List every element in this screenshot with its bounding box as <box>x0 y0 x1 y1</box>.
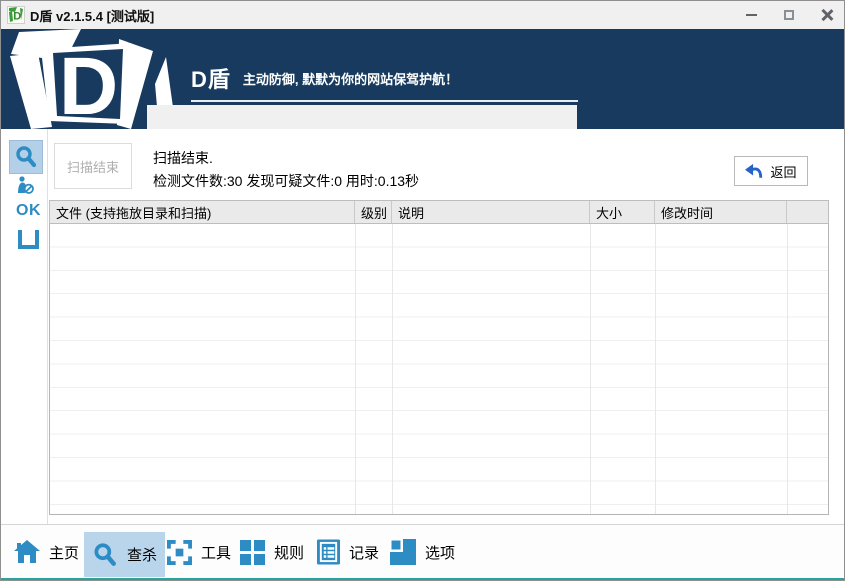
brand-block: D盾 主动防御, 默默为你的网站保驾护航！ <box>191 69 458 91</box>
rules-icon <box>240 540 265 565</box>
column-divider <box>392 224 393 514</box>
close-button[interactable] <box>816 4 838 26</box>
column-header-modified[interactable]: 修改时间 <box>655 201 787 223</box>
column-divider <box>590 224 591 514</box>
return-button[interactable]: 返回 <box>734 156 808 186</box>
banner-panel <box>147 105 577 129</box>
search-icon <box>92 542 118 568</box>
brand-name: D盾 <box>191 69 231 91</box>
main-area: OK 扫描结束 扫描结束. 检测文件数:30 发现可疑文件:0 用时:0.13秒… <box>1 129 844 524</box>
window-title: D盾 v2.1.5.4 [测试版] <box>30 6 154 25</box>
return-button-label: 返回 <box>770 162 796 181</box>
home-icon <box>14 540 40 564</box>
nav-item-options[interactable]: 选项 <box>390 525 455 579</box>
brand-slogan: 主动防御, 默默为你的网站保驾护航！ <box>243 69 458 88</box>
column-header-size[interactable]: 大小 <box>590 201 655 223</box>
minimize-icon <box>746 14 757 16</box>
maximize-button[interactable] <box>778 4 800 26</box>
minimize-button[interactable] <box>740 4 762 26</box>
logo-letter: D <box>59 41 118 129</box>
app-window: D D盾 v2.1.5.4 [测试版] D D盾 主动防御, 默默为你的网站保驾… <box>0 0 845 581</box>
search-icon <box>14 145 38 169</box>
svg-text:D: D <box>13 11 21 23</box>
nav-label-records: 记录 <box>349 542 379 563</box>
sidebar-item-container[interactable] <box>18 230 39 249</box>
app-logo-icon: D <box>7 6 25 24</box>
sidebar-item-user-block[interactable] <box>15 176 35 199</box>
column-header-file[interactable]: 文件 (支持拖放目录和扫描) <box>50 201 355 223</box>
sidebar-item-scan[interactable] <box>9 140 43 174</box>
nav-item-scan[interactable]: 查杀 <box>84 532 165 577</box>
undo-arrow-icon <box>745 163 763 180</box>
scan-result-line: 检测文件数:30 发现可疑文件:0 用时:0.13秒 <box>153 171 419 191</box>
nav-item-home[interactable]: 主页 <box>14 525 79 579</box>
scan-finished-button[interactable]: 扫描结束 <box>54 143 132 189</box>
nav-label-scan: 查杀 <box>127 544 157 565</box>
records-icon <box>317 539 340 565</box>
nav-item-records[interactable]: 记录 <box>317 525 379 579</box>
maximize-icon <box>784 10 794 20</box>
bottom-navbar: 主页 查杀 工具 <box>1 524 844 578</box>
column-header-description[interactable]: 说明 <box>392 201 590 223</box>
column-divider <box>355 224 356 514</box>
nav-label-tools: 工具 <box>201 542 231 563</box>
title-bar: D D盾 v2.1.5.4 [测试版] <box>1 1 844 29</box>
header-banner: D D盾 主动防御, 默默为你的网站保驾护航！ <box>1 29 844 129</box>
file-table-body[interactable] <box>49 224 829 515</box>
window-controls <box>740 1 838 29</box>
column-header-extra[interactable] <box>787 201 828 223</box>
options-icon <box>390 539 416 565</box>
nav-item-rules[interactable]: 规则 <box>240 525 304 579</box>
scan-status-line: 扫描结束. <box>153 148 213 168</box>
column-header-level[interactable]: 级别 <box>355 201 392 223</box>
nav-item-tools[interactable]: 工具 <box>167 525 231 579</box>
sidebar-item-ok[interactable]: OK <box>16 202 41 220</box>
banner-underline <box>191 100 578 102</box>
nav-label-options: 选项 <box>425 542 455 563</box>
table-header: 文件 (支持拖放目录和扫描) 级别 说明 大小 修改时间 <box>49 200 829 224</box>
tools-icon <box>167 540 192 565</box>
column-divider <box>655 224 656 514</box>
user-block-icon <box>15 176 35 194</box>
column-divider <box>787 224 788 514</box>
nav-label-home: 主页 <box>49 542 79 563</box>
sidebar: OK <box>1 129 48 524</box>
close-icon <box>821 9 833 21</box>
nav-label-rules: 规则 <box>274 542 304 563</box>
